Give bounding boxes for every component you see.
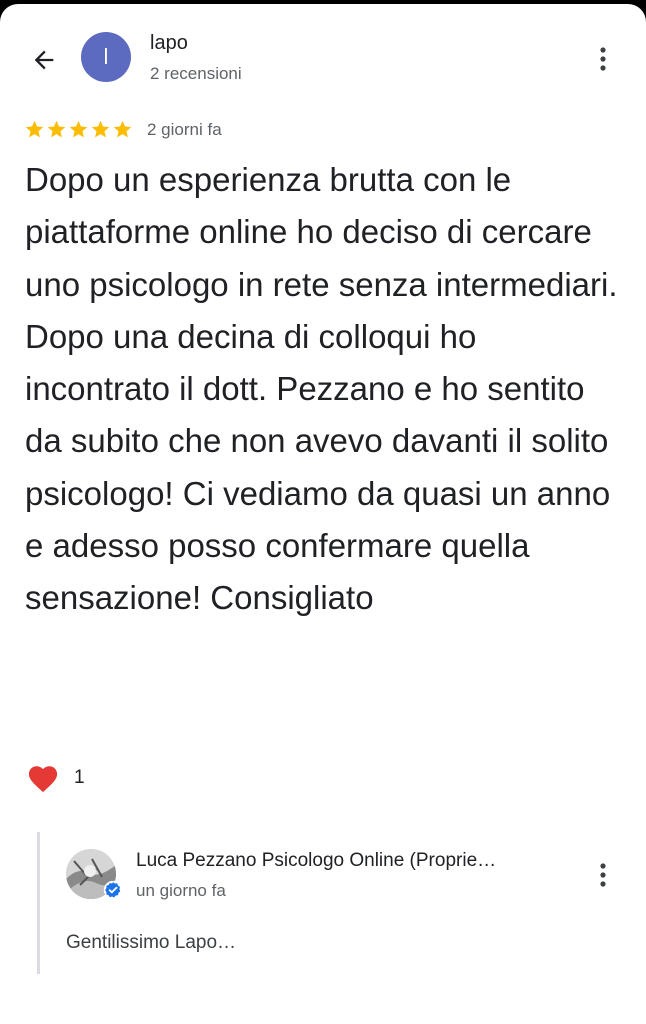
- star-icon: [91, 120, 110, 138]
- star-icon: [69, 120, 88, 138]
- reply-divider: [37, 832, 40, 974]
- owner-reply-date: un giorno fa: [136, 881, 226, 900]
- more-vert-icon: [600, 863, 606, 887]
- avatar-letter: l: [103, 44, 109, 69]
- review-text: Dopo un esperienza brutta con le piattaf…: [25, 161, 618, 617]
- heart-icon: [28, 766, 58, 793]
- back-button[interactable]: [22, 38, 66, 82]
- reaction-count: 1: [74, 766, 85, 788]
- reviewer-name[interactable]: lapo: [150, 32, 188, 55]
- review-detail-screen: l lapo 2 recensioni 2 giorni fa Dopo un …: [0, 4, 646, 1024]
- more-vert-icon: [600, 47, 606, 71]
- star-icon: [113, 120, 132, 138]
- like-reaction[interactable]: 1: [26, 762, 85, 793]
- owner-name[interactable]: Luca Pezzano Psicologo Online (Proprie…: [136, 850, 576, 872]
- star-rating: [24, 119, 133, 140]
- review-date: 2 giorni fa: [147, 120, 222, 139]
- arrow-back-icon: [34, 50, 54, 70]
- reply-more-options-button[interactable]: [588, 853, 618, 897]
- owner-reply-text[interactable]: Gentilissimo Lapo…: [66, 932, 236, 954]
- star-icon: [25, 120, 44, 138]
- review-more-options-button[interactable]: [588, 37, 618, 81]
- reviewer-avatar[interactable]: l: [81, 32, 131, 82]
- star-icon: [47, 120, 66, 138]
- verified-badge-icon: [103, 880, 123, 900]
- reviewer-review-count: 2 recensioni: [150, 64, 242, 83]
